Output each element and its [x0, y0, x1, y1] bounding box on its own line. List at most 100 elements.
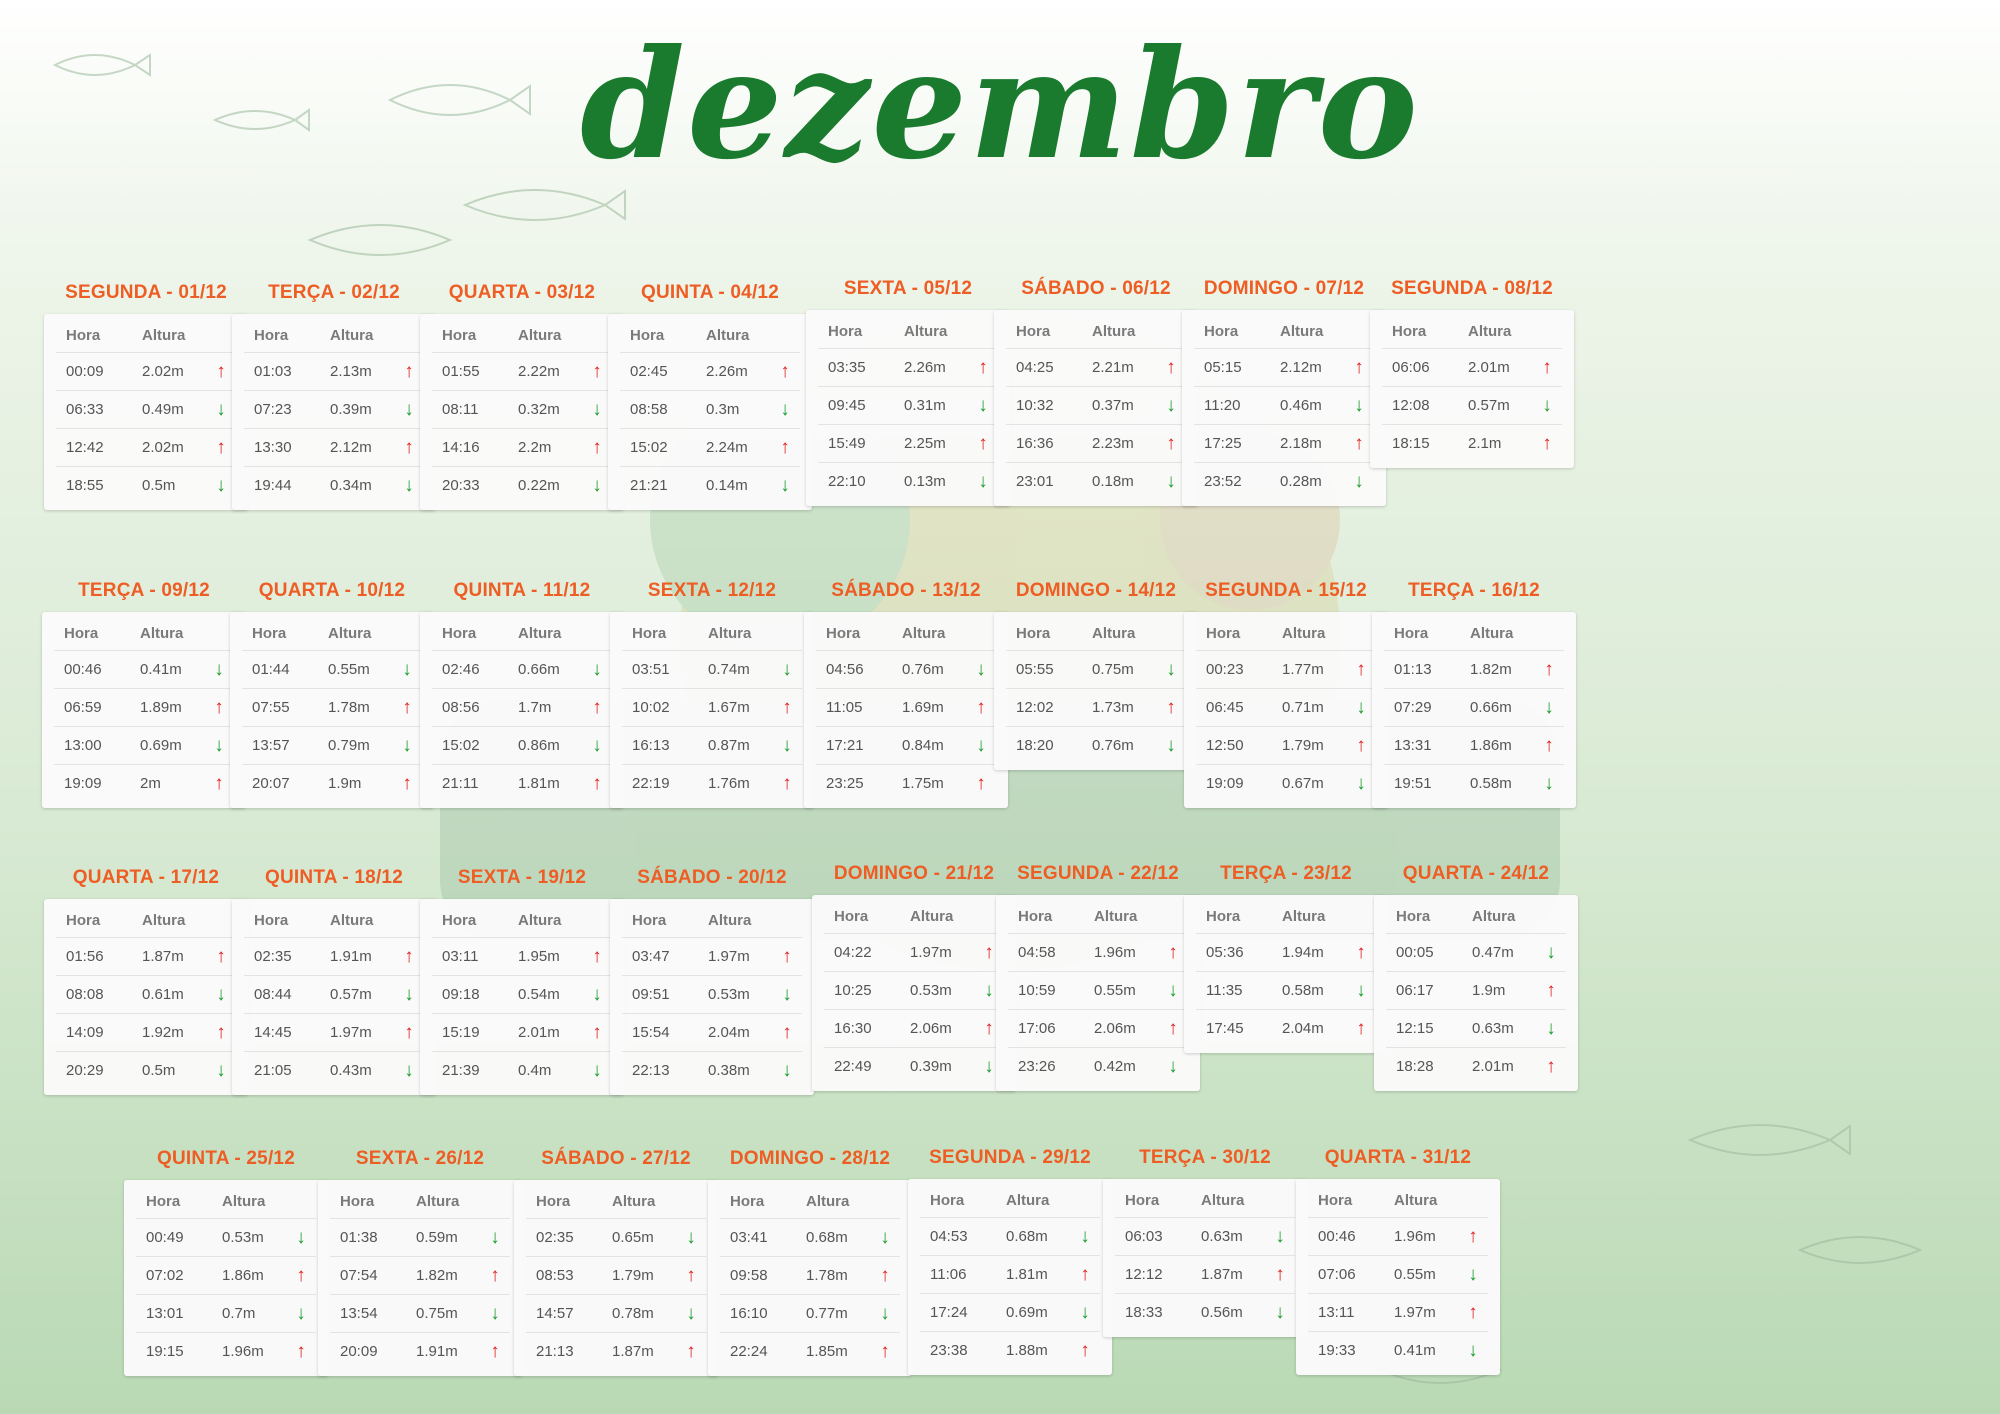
- header-hora: Hora: [632, 624, 667, 642]
- arrow-up-icon: ↑: [780, 436, 790, 458]
- header-hora: Hora: [252, 624, 287, 642]
- arrow-down-icon: ↓: [1542, 394, 1552, 416]
- table-row: 06:45 0.71m ↓: [1196, 689, 1376, 727]
- tide-time: 20:33: [442, 477, 480, 494]
- table-row: 17:45 2.04m ↑: [1196, 1010, 1376, 1047]
- day-title: QUARTA - 31/12: [1324, 1147, 1472, 1168]
- table-row: 01:44 0.55m ↓: [242, 651, 422, 689]
- tide-height: 0.54m: [518, 986, 560, 1003]
- table-row: 08:53 1.79m ↑: [526, 1257, 706, 1295]
- table-row: 17:24 0.69m ↓: [920, 1294, 1100, 1332]
- arrow-down-icon: ↓: [1275, 1225, 1285, 1247]
- tide-height: 1.92m: [142, 1024, 184, 1041]
- tide-time: 12:08: [1392, 397, 1430, 414]
- table-row: 05:15 2.12m ↑: [1194, 349, 1374, 387]
- header-altura: Altura: [708, 911, 752, 929]
- header-altura: Altura: [222, 1192, 266, 1210]
- day-block: DOMINGO - 28/12 Hora Altura 03:41 0.68m ↓ 09:5…: [708, 1148, 912, 1376]
- arrow-down-icon: ↓: [592, 474, 602, 496]
- arrow-up-icon: ↑: [216, 945, 226, 967]
- header-altura: Altura: [518, 326, 562, 344]
- table-row: 10:25 0.53m ↓: [824, 972, 1004, 1010]
- tide-table: Hora Altura 03:41 0.68m ↓ 09:58 1.78m ↑ 16:10 0.7…: [708, 1180, 912, 1376]
- tide-time: 00:46: [64, 661, 102, 678]
- tide-time: 17:24: [930, 1304, 968, 1321]
- table-header: Hora Altura: [136, 1184, 316, 1219]
- arrow-down-icon: ↓: [1080, 1225, 1090, 1247]
- arrow-down-icon: ↓: [780, 398, 790, 420]
- tide-time: 12:12: [1125, 1266, 1163, 1283]
- tide-table: Hora Altura 02:35 0.65m ↓ 08:53 1.79m ↑ 14:57 0.7…: [514, 1180, 718, 1376]
- tide-height: 1.96m: [1094, 944, 1136, 961]
- table-row: 07:55 1.78m ↑: [242, 689, 422, 727]
- arrow-up-icon: ↑: [214, 696, 224, 718]
- table-row: 17:25 2.18m ↑: [1194, 425, 1374, 463]
- tide-time: 16:10: [730, 1305, 768, 1322]
- tide-time: 01:56: [66, 948, 104, 965]
- tide-height: 1.87m: [612, 1343, 654, 1360]
- arrow-up-icon: ↑: [976, 772, 986, 794]
- day-block: SEGUNDA - 15/12 Hora Altura 00:23 1.77m ↑ 06:4…: [1184, 580, 1388, 808]
- tide-time: 21:39: [442, 1062, 480, 1079]
- table-header: Hora Altura: [1006, 616, 1186, 651]
- tide-height: 2.04m: [1282, 1020, 1324, 1037]
- table-row: 20:33 0.22m ↓: [432, 467, 612, 504]
- table-header: Hora Altura: [1008, 899, 1188, 934]
- arrow-down-icon: ↓: [1468, 1263, 1478, 1285]
- tide-time: 13:01: [146, 1305, 184, 1322]
- header-altura: Altura: [1468, 322, 1512, 340]
- table-row: 22:19 1.76m ↑: [622, 765, 802, 802]
- tide-time: 01:55: [442, 363, 480, 380]
- table-row: 16:30 2.06m ↑: [824, 1010, 1004, 1048]
- tide-time: 20:07: [252, 775, 290, 792]
- table-row: 08:44 0.57m ↓: [244, 976, 424, 1014]
- tide-table: Hora Altura 00:49 0.53m ↓ 07:02 1.86m ↑ 13:01 0.7…: [124, 1180, 328, 1376]
- header-altura: Altura: [142, 911, 186, 929]
- tide-height: 1.81m: [518, 775, 560, 792]
- table-row: 19:09 0.67m ↓: [1196, 765, 1376, 802]
- table-header: Hora Altura: [920, 1183, 1100, 1218]
- tide-height: 0.49m: [142, 401, 184, 418]
- arrow-down-icon: ↓: [1168, 979, 1178, 1001]
- tide-time: 10:32: [1016, 397, 1054, 414]
- tide-time: 23:25: [826, 775, 864, 792]
- tide-height: 0.74m: [708, 661, 750, 678]
- tide-table: Hora Altura 03:35 2.26m ↑ 09:45 0.31m ↓ 15:49 2.2…: [806, 310, 1010, 506]
- arrow-up-icon: ↑: [1354, 356, 1364, 378]
- tide-height: 2.01m: [1468, 359, 1510, 376]
- tide-table: Hora Altura 05:15 2.12m ↑ 11:20 0.46m ↓ 17:25 2.1…: [1182, 310, 1386, 506]
- tide-time: 10:59: [1018, 982, 1056, 999]
- tide-table: Hora Altura 01:13 1.82m ↑ 07:29 0.66m ↓ 13:31 1.8…: [1372, 612, 1576, 808]
- arrow-down-icon: ↓: [880, 1302, 890, 1324]
- tide-time: 12:42: [66, 439, 104, 456]
- tide-height: 0.28m: [1280, 473, 1322, 490]
- tide-table: Hora Altura 01:03 2.13m ↑ 07:23 0.39m ↓ 13:30 2.1…: [232, 314, 436, 510]
- arrow-up-icon: ↑: [1356, 658, 1366, 680]
- day-block: SEGUNDA - 22/12 Hora Altura 04:58 1.96m ↑ 10:5…: [996, 863, 1200, 1091]
- tide-time: 01:38: [340, 1229, 378, 1246]
- day-block: DOMINGO - 14/12 Hora Altura 05:55 0.75m ↓ 12:0…: [994, 580, 1198, 770]
- header-altura: Altura: [328, 624, 372, 642]
- day-block: SÁBADO - 13/12 Hora Altura 04:56 0.76m ↓ 11:05…: [804, 580, 1008, 808]
- tide-height: 1.87m: [1201, 1266, 1243, 1283]
- arrow-down-icon: ↓: [1166, 734, 1176, 756]
- tide-time: 06:33: [66, 401, 104, 418]
- tide-time: 15:02: [630, 439, 668, 456]
- arrow-up-icon: ↑: [782, 772, 792, 794]
- table-row: 22:49 0.39m ↓: [824, 1048, 1004, 1085]
- arrow-down-icon: ↓: [592, 658, 602, 680]
- table-row: 00:05 0.47m ↓: [1386, 934, 1566, 972]
- table-row: 02:46 0.66m ↓: [432, 651, 612, 689]
- tide-height: 0.65m: [612, 1229, 654, 1246]
- tide-time: 09:45: [828, 397, 866, 414]
- day-block: SEXTA - 19/12 Hora Altura 03:11 1.95m ↑ 09:18 0…: [420, 867, 624, 1095]
- tide-time: 18:33: [1125, 1304, 1163, 1321]
- tide-time: 08:58: [630, 401, 668, 418]
- tide-height: 0.41m: [1394, 1342, 1436, 1359]
- arrow-up-icon: ↑: [1356, 734, 1366, 756]
- table-row: 11:35 0.58m ↓: [1196, 972, 1376, 1010]
- tide-height: 1.69m: [902, 699, 944, 716]
- arrow-up-icon: ↑: [592, 436, 602, 458]
- table-header: Hora Altura: [1386, 899, 1566, 934]
- table-header: Hora Altura: [1194, 314, 1374, 349]
